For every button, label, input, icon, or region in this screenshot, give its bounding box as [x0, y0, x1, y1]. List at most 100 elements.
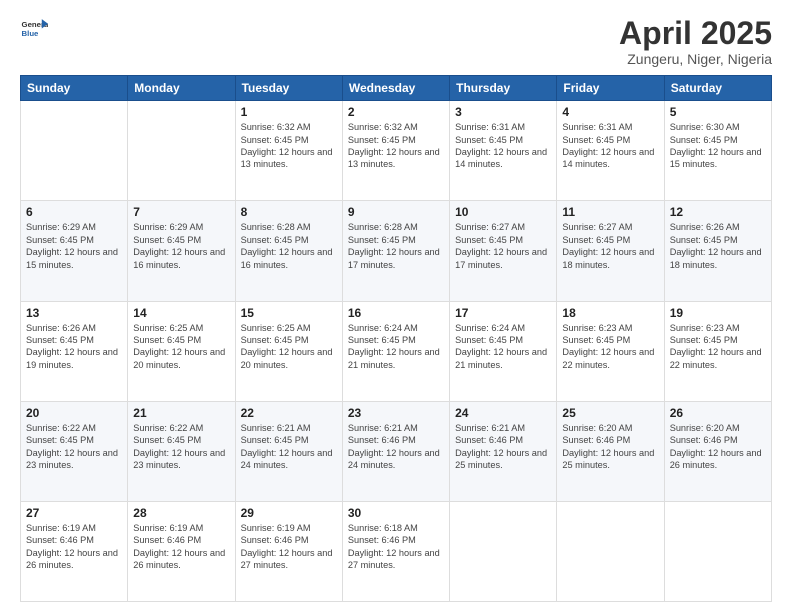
day-number: 4 [562, 105, 658, 119]
table-cell: 12 Sunrise: 6:26 AMSunset: 6:45 PMDayligh… [664, 201, 771, 301]
table-cell: 17Sunrise: 6:24 AMSunset: 6:45 PMDayligh… [450, 301, 557, 401]
table-cell: 9 Sunrise: 6:28 AMSunset: 6:45 PMDaylight… [342, 201, 449, 301]
table-cell: 26 Sunrise: 6:20 AMSunset: 6:46 PMDayligh… [664, 401, 771, 501]
day-number: 26 [670, 406, 766, 420]
table-cell: 1 Sunrise: 6:32 AMSunset: 6:45 PMDaylight… [235, 101, 342, 201]
col-saturday: Saturday [664, 76, 771, 101]
day-info: Sunrise: 6:19 AMSunset: 6:46 PMDaylight:… [133, 522, 229, 572]
col-monday: Monday [128, 76, 235, 101]
logo: General Blue [20, 16, 48, 44]
day-info: Sunrise: 6:26 AMSunset: 6:45 PMDaylight:… [670, 221, 766, 271]
col-wednesday: Wednesday [342, 76, 449, 101]
day-info: Sunrise: 6:31 AMSunset: 6:45 PMDaylight:… [455, 121, 551, 171]
table-cell: 11 Sunrise: 6:27 AMSunset: 6:45 PMDayligh… [557, 201, 664, 301]
page: General Blue April 2025 Zungeru, Niger, … [0, 0, 792, 612]
week-row-2: 13 Sunrise: 6:26 AMSunset: 6:45 PMDayligh… [21, 301, 772, 401]
table-cell: 3 Sunrise: 6:31 AMSunset: 6:45 PMDaylight… [450, 101, 557, 201]
day-number: 7 [133, 205, 229, 219]
day-info: Sunrise: 6:28 AMSunset: 6:45 PMDaylight:… [348, 221, 444, 271]
day-number: 1 [241, 105, 337, 119]
table-cell: 15 Sunrise: 6:25 AMSunset: 6:45 PMDayligh… [235, 301, 342, 401]
table-cell: 21Sunrise: 6:22 AMSunset: 6:45 PMDayligh… [128, 401, 235, 501]
table-cell: 20 Sunrise: 6:22 AMSunset: 6:45 PMDayligh… [21, 401, 128, 501]
day-info: Sunrise: 6:20 AMSunset: 6:46 PMDaylight:… [562, 422, 658, 472]
day-info: Sunrise: 6:24 AMSunset: 6:45 PMDaylight:… [348, 322, 444, 372]
day-number: 20 [26, 406, 122, 420]
day-info: Sunrise: 6:20 AMSunset: 6:46 PMDaylight:… [670, 422, 766, 472]
title-block: April 2025 Zungeru, Niger, Nigeria [619, 16, 772, 67]
calendar: Sunday Monday Tuesday Wednesday Thursday… [20, 75, 772, 602]
day-info: Sunrise: 6:22 AMSunset: 6:45 PMDaylight:… [133, 422, 229, 472]
week-row-1: 6 Sunrise: 6:29 AMSunset: 6:45 PMDaylight… [21, 201, 772, 301]
location: Zungeru, Niger, Nigeria [619, 51, 772, 67]
day-number: 2 [348, 105, 444, 119]
table-cell: 5 Sunrise: 6:30 AMSunset: 6:45 PMDaylight… [664, 101, 771, 201]
table-cell: 4 Sunrise: 6:31 AMSunset: 6:45 PMDaylight… [557, 101, 664, 201]
day-info: Sunrise: 6:22 AMSunset: 6:45 PMDaylight:… [26, 422, 122, 472]
table-cell: 2Sunrise: 6:32 AMSunset: 6:45 PMDaylight… [342, 101, 449, 201]
table-cell [128, 101, 235, 201]
day-number: 23 [348, 406, 444, 420]
day-number: 10 [455, 205, 551, 219]
table-cell: 24 Sunrise: 6:21 AMSunset: 6:46 PMDayligh… [450, 401, 557, 501]
table-cell: 19Sunrise: 6:23 AMSunset: 6:45 PMDayligh… [664, 301, 771, 401]
table-cell [450, 501, 557, 601]
week-row-0: 1 Sunrise: 6:32 AMSunset: 6:45 PMDaylight… [21, 101, 772, 201]
week-row-3: 20 Sunrise: 6:22 AMSunset: 6:45 PMDayligh… [21, 401, 772, 501]
table-cell: 29Sunrise: 6:19 AMSunset: 6:46 PMDayligh… [235, 501, 342, 601]
day-number: 19 [670, 306, 766, 320]
day-info: Sunrise: 6:30 AMSunset: 6:45 PMDaylight:… [670, 121, 766, 171]
day-info: Sunrise: 6:19 AMSunset: 6:46 PMDaylight:… [26, 522, 122, 572]
table-cell: 14Sunrise: 6:25 AMSunset: 6:45 PMDayligh… [128, 301, 235, 401]
table-cell: 10Sunrise: 6:27 AMSunset: 6:45 PMDayligh… [450, 201, 557, 301]
day-number: 5 [670, 105, 766, 119]
day-info: Sunrise: 6:26 AMSunset: 6:45 PMDaylight:… [26, 322, 122, 372]
day-number: 15 [241, 306, 337, 320]
table-cell: 7 Sunrise: 6:29 AMSunset: 6:45 PMDaylight… [128, 201, 235, 301]
table-cell: 25 Sunrise: 6:20 AMSunset: 6:46 PMDayligh… [557, 401, 664, 501]
day-number: 25 [562, 406, 658, 420]
day-number: 30 [348, 506, 444, 520]
day-number: 28 [133, 506, 229, 520]
day-number: 3 [455, 105, 551, 119]
logo-icon: General Blue [20, 16, 48, 44]
day-number: 13 [26, 306, 122, 320]
day-number: 8 [241, 205, 337, 219]
table-cell: 27Sunrise: 6:19 AMSunset: 6:46 PMDayligh… [21, 501, 128, 601]
day-number: 9 [348, 205, 444, 219]
col-friday: Friday [557, 76, 664, 101]
table-cell: 28 Sunrise: 6:19 AMSunset: 6:46 PMDayligh… [128, 501, 235, 601]
day-number: 6 [26, 205, 122, 219]
day-number: 18 [562, 306, 658, 320]
col-sunday: Sunday [21, 76, 128, 101]
day-info: Sunrise: 6:25 AMSunset: 6:45 PMDaylight:… [241, 322, 337, 372]
table-cell: 16 Sunrise: 6:24 AMSunset: 6:45 PMDayligh… [342, 301, 449, 401]
day-info: Sunrise: 6:29 AMSunset: 6:45 PMDaylight:… [26, 221, 122, 271]
day-info: Sunrise: 6:27 AMSunset: 6:45 PMDaylight:… [562, 221, 658, 271]
table-cell: 23Sunrise: 6:21 AMSunset: 6:46 PMDayligh… [342, 401, 449, 501]
table-cell: 22Sunrise: 6:21 AMSunset: 6:45 PMDayligh… [235, 401, 342, 501]
col-thursday: Thursday [450, 76, 557, 101]
day-info: Sunrise: 6:28 AMSunset: 6:45 PMDaylight:… [241, 221, 337, 271]
table-cell [557, 501, 664, 601]
day-number: 12 [670, 205, 766, 219]
day-info: Sunrise: 6:31 AMSunset: 6:45 PMDaylight:… [562, 121, 658, 171]
day-info: Sunrise: 6:25 AMSunset: 6:45 PMDaylight:… [133, 322, 229, 372]
calendar-header-row: Sunday Monday Tuesday Wednesday Thursday… [21, 76, 772, 101]
day-number: 11 [562, 205, 658, 219]
day-number: 24 [455, 406, 551, 420]
svg-text:Blue: Blue [22, 29, 40, 38]
day-info: Sunrise: 6:24 AMSunset: 6:45 PMDaylight:… [455, 322, 551, 372]
table-cell: 18Sunrise: 6:23 AMSunset: 6:45 PMDayligh… [557, 301, 664, 401]
table-cell: 8 Sunrise: 6:28 AMSunset: 6:45 PMDaylight… [235, 201, 342, 301]
day-info: Sunrise: 6:21 AMSunset: 6:46 PMDaylight:… [455, 422, 551, 472]
day-info: Sunrise: 6:32 AMSunset: 6:45 PMDaylight:… [241, 121, 337, 171]
table-cell: 6 Sunrise: 6:29 AMSunset: 6:45 PMDaylight… [21, 201, 128, 301]
col-tuesday: Tuesday [235, 76, 342, 101]
day-number: 16 [348, 306, 444, 320]
table-cell [664, 501, 771, 601]
week-row-4: 27Sunrise: 6:19 AMSunset: 6:46 PMDayligh… [21, 501, 772, 601]
day-number: 22 [241, 406, 337, 420]
table-cell: 13 Sunrise: 6:26 AMSunset: 6:45 PMDayligh… [21, 301, 128, 401]
day-info: Sunrise: 6:29 AMSunset: 6:45 PMDaylight:… [133, 221, 229, 271]
